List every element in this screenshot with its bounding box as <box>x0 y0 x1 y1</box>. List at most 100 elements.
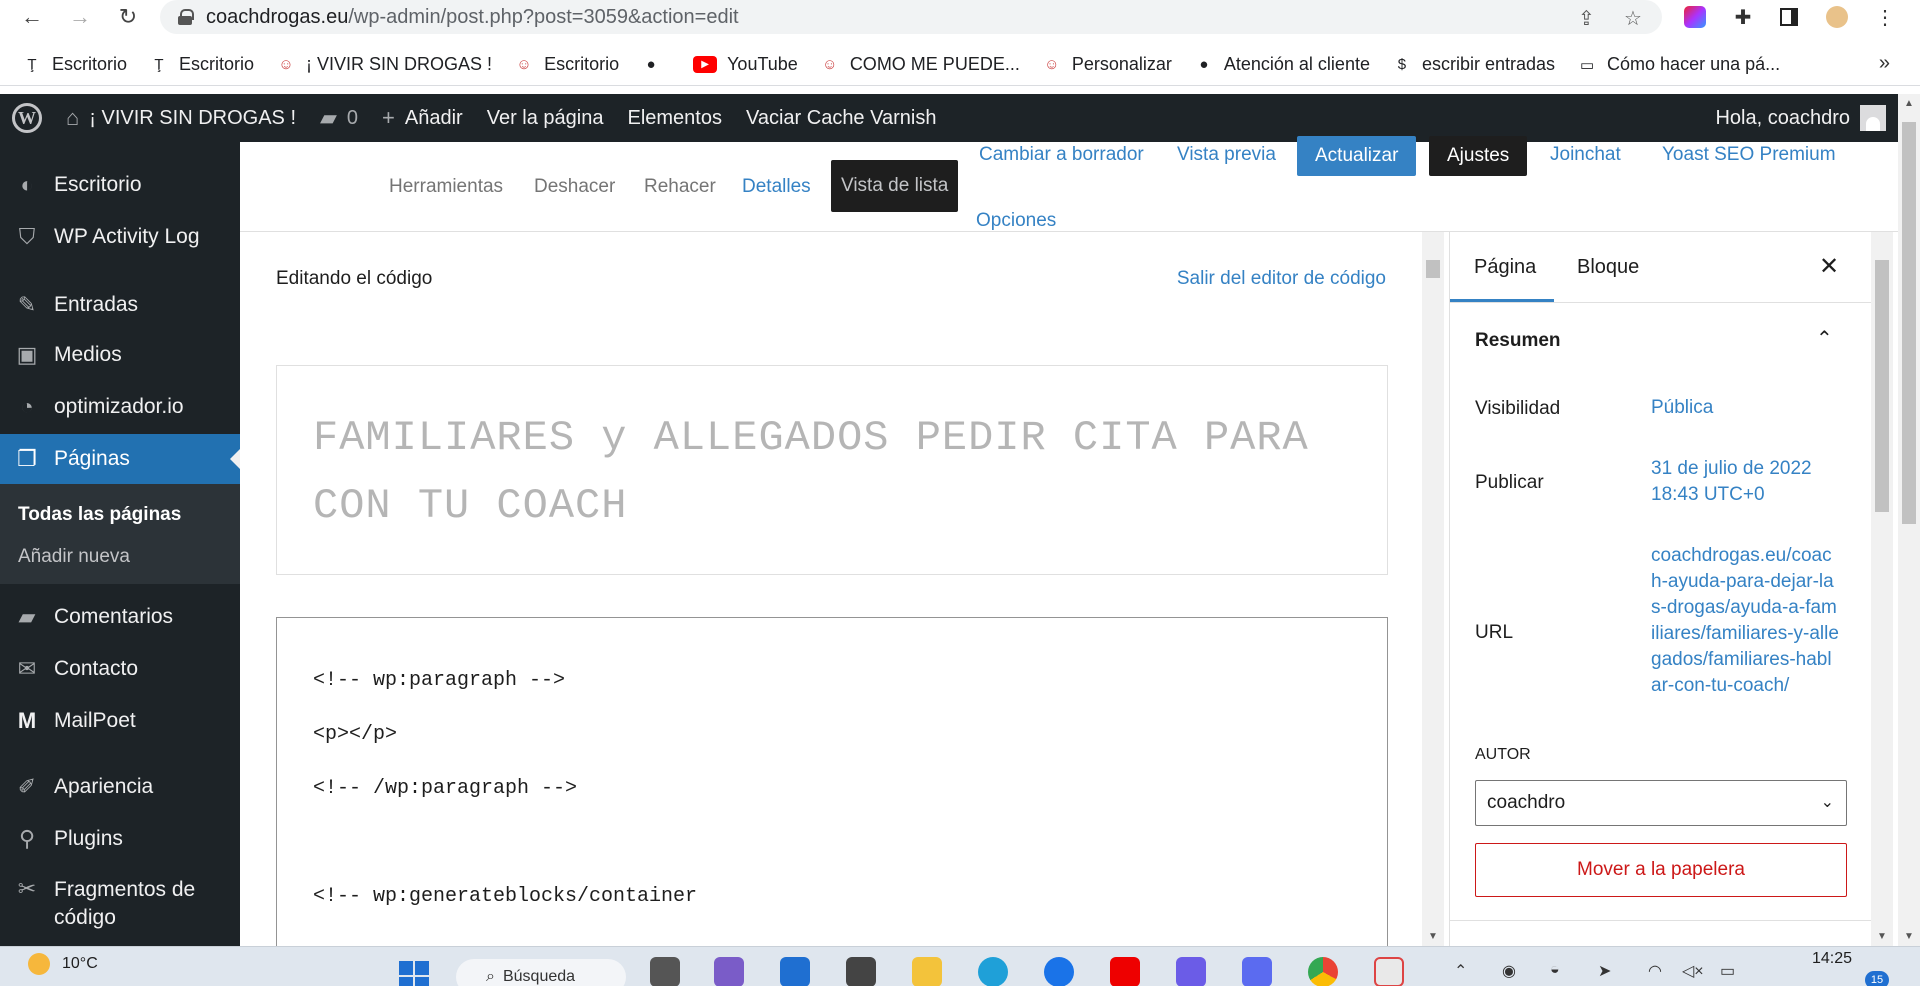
browser-menu-icon[interactable]: ⋮ <box>1872 4 1898 30</box>
sidebar-item-media[interactable]: ▣ Medios <box>0 340 240 370</box>
elements-link[interactable]: Elementos <box>627 107 722 130</box>
sidebar-item-dashboard[interactable]: ◐ Escritorio <box>0 170 240 200</box>
sidebar-item-activity-log[interactable]: ⛉ WP Activity Log <box>0 222 240 252</box>
post-title-input[interactable]: FAMILIARES y ALLEGADOS PEDIR CITA PARA C… <box>276 365 1388 575</box>
url-value[interactable]: coachdrogas.eu/coach-ayuda-para-dejar-la… <box>1651 543 1841 699</box>
scroll-thumb[interactable] <box>1426 260 1440 278</box>
list-view-button[interactable]: Vista de lista <box>831 160 959 212</box>
sidebar-item-code-snippets[interactable]: ✂ Fragmentos de código <box>0 876 240 932</box>
tray-icon[interactable]: ◉ <box>1502 961 1516 981</box>
bookmark-item[interactable]: $ escribir entradas <box>1392 54 1555 75</box>
app-icon[interactable] <box>846 957 876 986</box>
reload-icon[interactable]: ↻ <box>108 0 148 34</box>
scroll-thumb[interactable] <box>1902 122 1916 524</box>
teams-icon[interactable] <box>714 957 744 986</box>
author-select[interactable]: coachdro ⌄ <box>1475 780 1847 826</box>
youtube-icon[interactable] <box>1110 957 1140 986</box>
bookmark-item[interactable]: ● Atención al cliente <box>1194 54 1370 75</box>
file-explorer-icon[interactable] <box>912 957 942 986</box>
yoast-button[interactable]: Yoast SEO Premium <box>1662 144 1836 166</box>
tray-icon[interactable]: ➤ <box>1598 961 1611 981</box>
back-arrow-icon[interactable]: ← <box>12 0 52 34</box>
tray-icon[interactable]: ◒ <box>1550 961 1560 979</box>
volume-icon[interactable]: ◁× <box>1682 961 1704 981</box>
sidebar-item-posts[interactable]: ✎ Entradas <box>0 290 240 320</box>
chevron-up-icon[interactable]: ⌃ <box>1454 961 1467 981</box>
site-name-link[interactable]: ⌂ ¡ VIVIR SIN DROGAS ! <box>66 105 296 131</box>
share-icon[interactable]: ⇪ <box>1578 6 1595 31</box>
switch-to-draft-button[interactable]: Cambiar a borrador <box>979 144 1144 166</box>
scroll-down-icon[interactable]: ▼ <box>1877 931 1887 942</box>
app-icon[interactable] <box>1044 957 1074 986</box>
settings-scrollbar[interactable]: ▼ <box>1871 232 1893 946</box>
notification-badge[interactable]: 15 <box>1865 971 1889 986</box>
more-bookmarks-icon[interactable]: » <box>1879 52 1890 75</box>
bookmark-item[interactable]: ● <box>641 55 671 75</box>
editor-scrollbar[interactable]: ▼ <box>1422 232 1444 946</box>
profile-avatar-icon[interactable] <box>1824 4 1850 30</box>
app-icon[interactable] <box>1176 957 1206 986</box>
bookmark-item[interactable]: ☺ Personalizar <box>1042 54 1172 75</box>
bookmark-item[interactable]: ☺ ¡ VIVIR SIN DROGAS ! <box>276 54 492 75</box>
sidebar-item-mailpoet[interactable]: M MailPoet <box>0 706 240 736</box>
task-view-icon[interactable] <box>650 957 680 986</box>
extensions-puzzle-icon[interactable]: ✚ <box>1730 4 1756 30</box>
options-button[interactable]: Opciones <box>976 210 1056 232</box>
scroll-down-icon[interactable]: ▼ <box>1428 931 1438 942</box>
close-icon[interactable]: ✕ <box>1819 252 1839 281</box>
tools-button[interactable]: Herramientas <box>389 176 503 198</box>
preview-button[interactable]: Vista previa <box>1177 144 1276 166</box>
battery-icon[interactable]: ▭ <box>1720 961 1735 981</box>
address-bar[interactable]: coachdrogas.eu/wp-admin/post.php?post=30… <box>160 0 1662 34</box>
chevron-up-icon[interactable]: ⌃ <box>1816 326 1833 351</box>
lock-icon[interactable] <box>178 9 194 25</box>
sidebar-item-pages[interactable]: ❐ Páginas <box>0 434 240 484</box>
scroll-thumb[interactable] <box>1875 260 1889 512</box>
submenu-all-pages[interactable]: Todas las páginas <box>18 504 181 526</box>
page-scrollbar[interactable]: ▲ ▼ <box>1898 94 1920 946</box>
visibility-value[interactable]: Pública <box>1651 395 1841 421</box>
code-textarea[interactable]: <!-- wp:paragraph --> <p></p> <!-- /wp:p… <box>276 617 1388 946</box>
chrome-icon[interactable] <box>1308 957 1338 986</box>
clock[interactable]: 14:25 <box>1812 950 1852 968</box>
sidebar-item-comments[interactable]: ▰ Comentarios <box>0 602 240 632</box>
sidebar-item-optimizador[interactable]: ◔ optimizador.io <box>0 392 240 422</box>
bookmark-item[interactable]: ☺ COMO ME PUEDE... <box>820 54 1020 75</box>
update-button[interactable]: Actualizar <box>1297 136 1417 176</box>
add-new-link[interactable]: + Añadir <box>382 105 463 131</box>
sidebar-item-appearance[interactable]: ✐ Apariencia <box>0 772 240 802</box>
details-button[interactable]: Detalles <box>742 176 811 198</box>
bookmark-item[interactable]: ☺ Escritorio <box>514 54 619 75</box>
exit-code-editor-button[interactable]: Salir del editor de código <box>1177 268 1386 290</box>
undo-button[interactable]: Deshacer <box>534 176 615 198</box>
my-account[interactable]: Hola, coachdro <box>1715 94 1886 142</box>
app-icon[interactable] <box>1242 957 1272 986</box>
taskbar-search[interactable]: ⌕ Búsqueda <box>456 959 626 986</box>
side-panel-icon[interactable] <box>1776 4 1802 30</box>
tab-page[interactable]: Página <box>1474 256 1536 279</box>
bookmark-star-icon[interactable]: ☆ <box>1624 6 1642 31</box>
store-icon[interactable] <box>780 957 810 986</box>
forward-arrow-icon[interactable]: → <box>60 0 100 34</box>
wordpress-logo-icon[interactable]: W <box>12 103 42 133</box>
scroll-up-icon[interactable]: ▲ <box>1904 98 1914 109</box>
move-to-trash-button[interactable]: Mover a la papelera <box>1475 843 1847 897</box>
wifi-icon[interactable]: ◠ <box>1648 961 1662 981</box>
weather-widget[interactable]: 10°C <box>28 953 98 975</box>
bookmark-item[interactable]: ▶ YouTube <box>693 54 798 75</box>
sidebar-item-contact[interactable]: ✉ Contacto <box>0 654 240 684</box>
edge-icon[interactable] <box>978 957 1008 986</box>
comments-link[interactable]: ▰ 0 <box>320 105 358 131</box>
bookmark-item[interactable]: ▭ Cómo hacer una pá... <box>1577 54 1780 75</box>
view-page-link[interactable]: Ver la página <box>487 107 604 130</box>
scroll-down-icon[interactable]: ▼ <box>1904 931 1914 942</box>
redo-button[interactable]: Rehacer <box>644 176 716 198</box>
purge-cache-link[interactable]: Vaciar Cache Varnish <box>746 107 936 130</box>
start-button[interactable] <box>399 961 429 986</box>
submenu-add-new[interactable]: Añadir nueva <box>18 546 130 568</box>
joinchat-button[interactable]: Joinchat <box>1550 144 1621 166</box>
bookmark-item[interactable]: Ţ Escritorio <box>22 54 127 75</box>
tab-block[interactable]: Bloque <box>1577 256 1639 279</box>
sidebar-item-plugins[interactable]: ⚲ Plugins <box>0 824 240 854</box>
summary-panel-title[interactable]: Resumen <box>1475 330 1561 352</box>
